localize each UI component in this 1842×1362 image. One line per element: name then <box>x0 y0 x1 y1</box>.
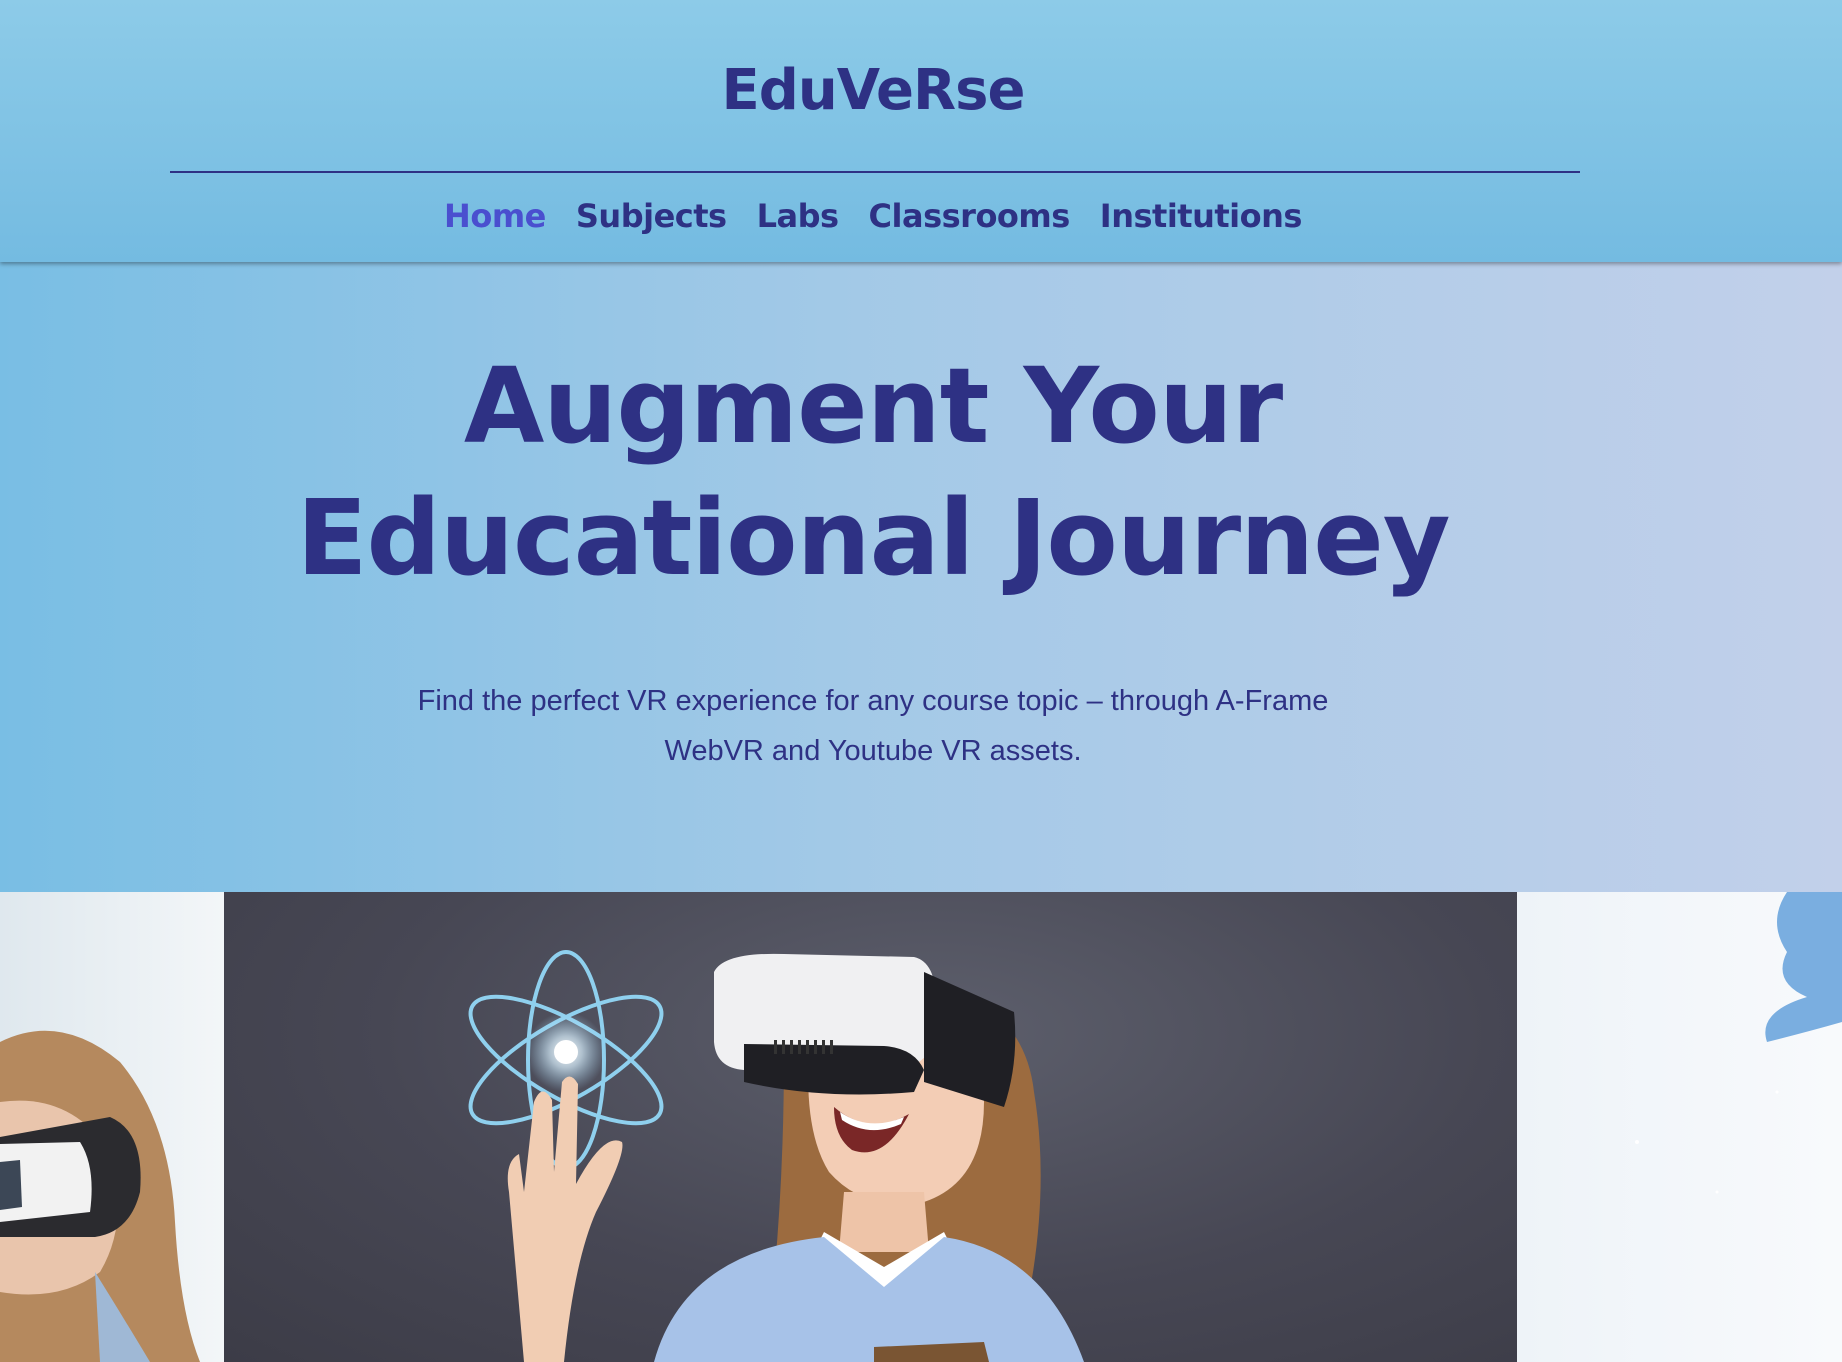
header-divider <box>170 171 1580 173</box>
gallery-image-right[interactable] <box>1517 892 1842 1362</box>
student-vr-atom-illustration <box>468 950 1084 1362</box>
site-logo[interactable]: EduVeRse <box>0 58 1746 123</box>
hero-subtitle-line2: WebVR and Youtube VR assets. <box>664 735 1082 767</box>
hero-title: Augment Your Educational Journey <box>0 340 1746 604</box>
hero-subtitle: Find the perfect VR experience for any c… <box>370 676 1376 776</box>
nav-subjects[interactable]: Subjects <box>576 197 727 235</box>
nav-home[interactable]: Home <box>444 197 546 235</box>
gallery-image-center[interactable] <box>224 892 1517 1362</box>
hero-subtitle-line1: Find the perfect VR experience for any c… <box>417 685 1329 717</box>
hand-hologram-illustration <box>1635 892 1842 1194</box>
gallery-image-left[interactable] <box>0 892 224 1362</box>
hero-title-line2: Educational Journey <box>296 477 1450 599</box>
girl-vr-headset-illustration <box>0 1030 200 1362</box>
nav-institutions[interactable]: Institutions <box>1100 197 1303 235</box>
nav-classrooms[interactable]: Classrooms <box>869 197 1071 235</box>
main-nav: Home Subjects Labs Classrooms Institutio… <box>0 197 1746 235</box>
site-header: EduVeRse Home Subjects Labs Classrooms I… <box>0 0 1842 262</box>
image-gallery <box>0 892 1842 1362</box>
nav-labs[interactable]: Labs <box>757 197 839 235</box>
hero-title-line1: Augment Your <box>463 345 1283 467</box>
